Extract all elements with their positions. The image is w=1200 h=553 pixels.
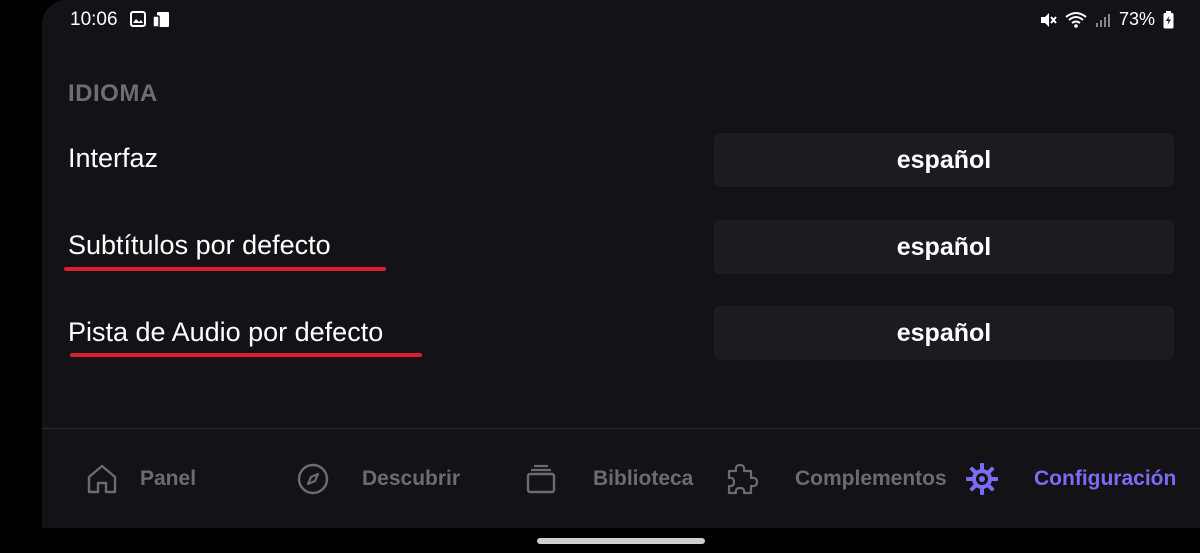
status-icons-right: 73% <box>1039 9 1174 30</box>
subtitles-highlight-underline <box>64 267 386 271</box>
mute-icon <box>1039 11 1057 29</box>
default-audio-track-label: Pista de Audio por defecto <box>68 317 384 347</box>
audio-track-highlight-underline <box>70 353 422 357</box>
battery-icon <box>1163 10 1174 29</box>
status-icons-left <box>130 11 170 29</box>
status-bar: 10:06 73% <box>42 0 1200 40</box>
nav-label-discover: Descubrir <box>362 466 461 490</box>
interface-language-value: español <box>896 145 992 174</box>
bottom-nav: Panel Descubrir Biblioteca Complementos <box>42 429 1200 528</box>
nav-label-settings: Configuración <box>1034 466 1177 490</box>
default-subtitles-label: Subtítulos por defecto <box>68 230 331 260</box>
nav-item-settings[interactable]: Configuración <box>964 429 1176 528</box>
home-icon <box>84 461 120 497</box>
puzzle-icon <box>723 461 759 497</box>
nav-item-addons[interactable]: Complementos <box>723 429 947 528</box>
library-icon <box>523 461 559 497</box>
nav-label-panel: Panel <box>140 466 197 490</box>
default-subtitles-value: español <box>896 232 992 261</box>
gear-icon <box>964 461 1000 497</box>
battery-text: 73% <box>1118 9 1155 29</box>
section-title: IDIOMA <box>68 80 158 107</box>
nav-label-addons: Complementos <box>795 466 947 490</box>
status-time: 10:06 <box>70 9 118 30</box>
default-audio-track-select[interactable]: español <box>714 306 1174 360</box>
home-indicator[interactable] <box>537 538 705 544</box>
image-icon <box>130 11 146 29</box>
wifi-icon <box>1065 11 1087 29</box>
nav-item-discover[interactable]: Descubrir <box>295 429 460 528</box>
app-screen: 10:06 73% IDIOMA Interfaz español Subtít… <box>42 0 1200 528</box>
nav-item-panel[interactable]: Panel <box>84 429 196 528</box>
signal-icon <box>1095 12 1111 28</box>
nav-label-library: Biblioteca <box>593 466 694 490</box>
cast-icon <box>152 11 170 29</box>
default-audio-track-value: español <box>896 318 992 347</box>
interface-language-select[interactable]: español <box>714 133 1174 187</box>
compass-icon <box>295 461 331 497</box>
default-subtitles-select[interactable]: español <box>714 220 1174 274</box>
nav-item-library[interactable]: Biblioteca <box>523 429 693 528</box>
interface-language-label: Interfaz <box>68 143 159 173</box>
